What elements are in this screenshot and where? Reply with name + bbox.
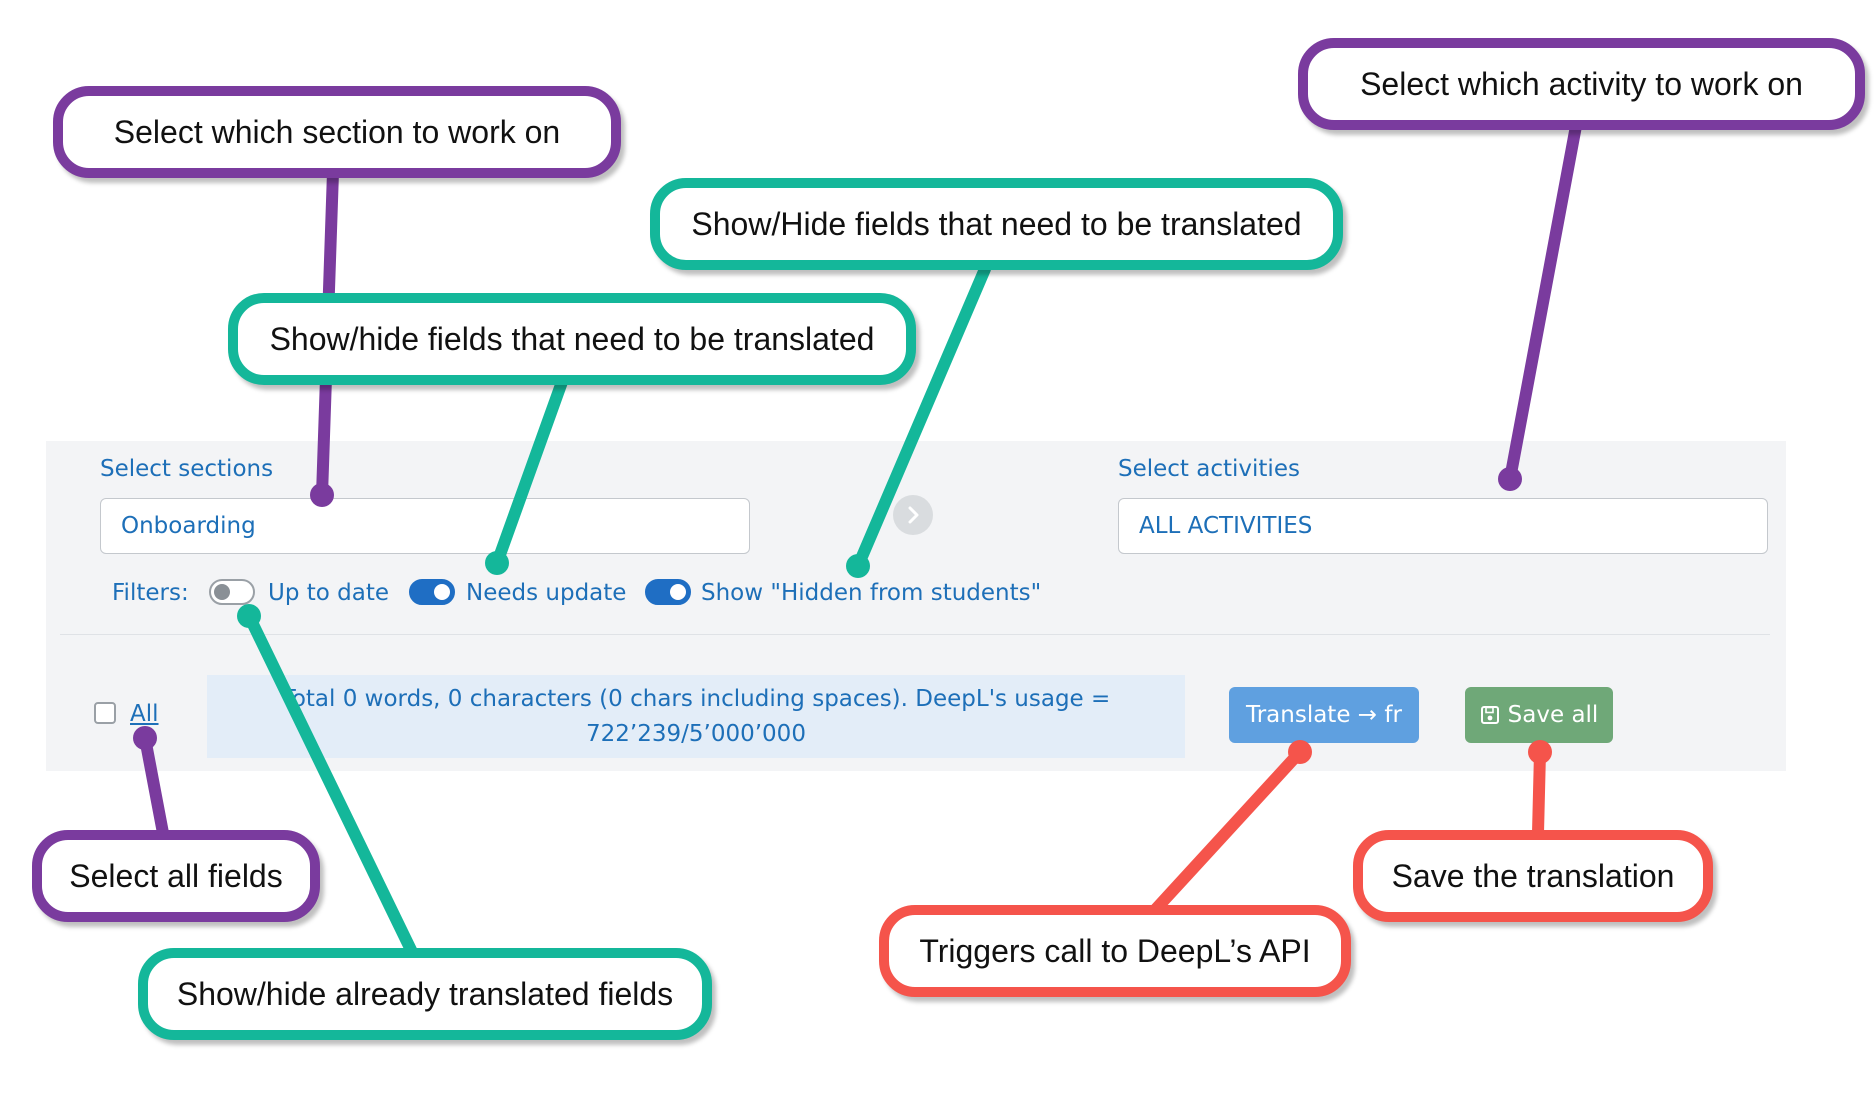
callout-save: Save the translation — [1353, 830, 1713, 922]
callout-select-section-text: Select which section to work on — [113, 113, 561, 150]
callout-select-activity: Select which activity to work on — [1298, 38, 1865, 130]
connector-select-all — [139, 732, 169, 839]
callout-select-all: Select all fields — [32, 830, 320, 922]
callout-select-activity-text: Select which activity to work on — [1360, 65, 1803, 102]
connector-save — [1532, 746, 1546, 839]
callout-already-translated: Show/hide already translated fields — [138, 948, 712, 1040]
connector-dot — [1528, 740, 1552, 764]
callout-select-section: Select which section to work on — [53, 86, 621, 178]
connector-dot — [1498, 467, 1522, 491]
annotated-screenshot: Select sections Onboarding Select activi… — [0, 0, 1876, 1106]
connector-translate — [1149, 746, 1306, 916]
connector-dot — [846, 554, 870, 578]
connector-dot — [133, 726, 157, 750]
callout-deepl: Triggers call to DeepL’s API — [879, 905, 1351, 997]
connector-dot — [1288, 740, 1312, 764]
callout-already-translated-text: Show/hide already translated fields — [176, 975, 674, 1012]
callout-show-hide-upper-text: Show/Hide fields that need to be transla… — [691, 205, 1302, 242]
connector-dot — [310, 483, 334, 507]
connector-needs-update — [491, 376, 568, 569]
callout-save-text: Save the translation — [1391, 857, 1675, 894]
callout-deepl-text: Triggers call to DeepL’s API — [919, 932, 1311, 969]
callout-show-hide-lower: Show/hide fields that need to be transla… — [228, 293, 916, 385]
callout-show-hide-lower-text: Show/hide fields that need to be transla… — [269, 320, 875, 357]
callout-show-hide-upper: Show/Hide fields that need to be transla… — [650, 178, 1343, 270]
callout-select-all-text: Select all fields — [69, 857, 283, 894]
connector-activity — [1504, 120, 1582, 485]
connector-dot — [485, 551, 509, 575]
connector-dot — [237, 604, 261, 628]
